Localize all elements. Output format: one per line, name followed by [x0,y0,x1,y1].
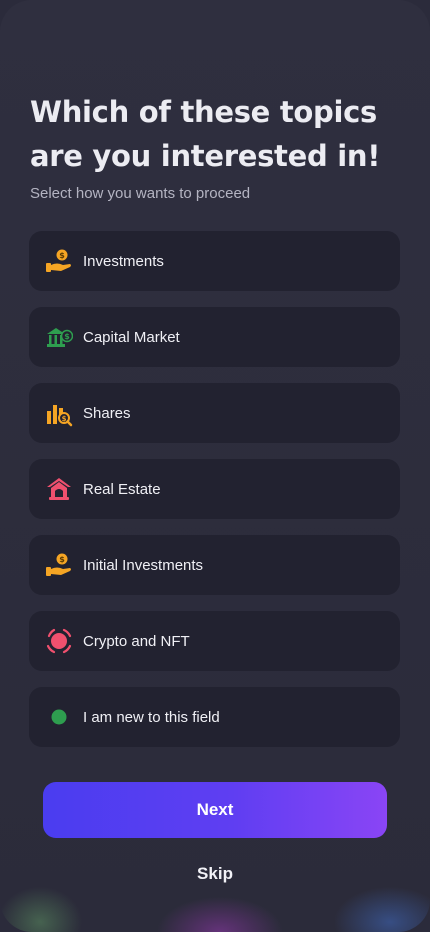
hand-coin-icon: $ [45,247,73,275]
option-label: Shares [83,404,131,422]
svg-text:$: $ [62,415,67,423]
next-button[interactable]: Next [43,782,387,838]
option-real-estate[interactable]: Real Estate [29,459,400,519]
option-label: Capital Market [83,328,180,346]
option-label: Crypto and NFT [83,632,190,650]
option-crypto-nft[interactable]: Crypto and NFT [29,611,400,671]
option-label: Investments [83,252,164,270]
option-label: Real Estate [83,480,161,498]
skip-link[interactable]: Skip [0,864,430,884]
topic-options-list: $ Investments $ Capital Market $ Shares … [29,231,400,763]
hand-coin-icon: $ [45,551,73,579]
option-label: I am new to this field [83,708,220,726]
topics-screen: Which of these topics are you interested… [0,0,430,932]
bar-chart-search-icon: $ [45,399,73,427]
bank-dollar-icon: $ [45,323,73,351]
target-record-icon [45,627,73,655]
svg-text:$: $ [59,555,65,564]
option-label: Initial Investments [83,556,204,574]
green-dot-icon [45,703,73,731]
option-investments[interactable]: $ Investments [29,231,400,291]
page-title: Which of these topics are you interested… [30,95,381,173]
svg-text:$: $ [64,332,70,341]
option-new-to-field[interactable]: I am new to this field [29,687,400,747]
svg-text:$: $ [59,251,65,260]
option-capital-market[interactable]: $ Capital Market [29,307,400,367]
house-icon [45,475,73,503]
page-subtitle: Select how you wants to proceed [30,185,251,202]
option-shares[interactable]: $ Shares [29,383,400,443]
option-initial-investments[interactable]: $ Initial Investments [29,535,400,595]
